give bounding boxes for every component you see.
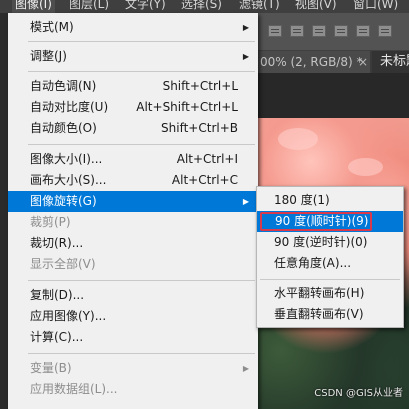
menu-item-label: 应用数据组(L)... [30,382,118,396]
menu-type[interactable]: 文字(Y) [122,0,169,13]
petal-highlight [278,128,318,150]
menu-item-flip-horizontal[interactable]: 水平翻转画布(H) [257,283,403,304]
menu-bar: 图像(I) 图层(L) 文字(Y) 选择(S) 滤镜(T) 视图(V) 窗口(W… [0,0,409,13]
menu-item-flip-vertical[interactable]: 垂直翻转画布(V) [257,304,403,325]
align-left-icon[interactable] [268,25,282,37]
menu-item-shortcut: Alt+Ctrl+I [176,152,238,166]
menu-item-shortcut: Alt+Shift+Ctrl+L [136,100,238,114]
menu-view[interactable]: 视图(V) [292,0,340,13]
distribute-bottom-icon[interactable] [378,25,392,37]
menu-separator [28,144,255,145]
menu-item-label: 计算(C)... [30,330,84,344]
menu-item-label: 自动色调(N) [30,79,97,93]
menu-item-shortcut: Shift+Ctrl+B [161,121,238,135]
menu-item-canvas-size[interactable]: 画布大小(S)... Alt+Ctrl+C [8,170,258,191]
watermark: CSDN @GIS从业者 [314,388,403,399]
menu-filter[interactable]: 滤镜(T) [236,0,283,13]
menu-item-duplicate[interactable]: 复制(D)... [8,285,258,306]
menu-window[interactable]: 窗口(W) [350,0,401,13]
document-tab-active[interactable]: 00% (2, RGB/8) * [258,51,370,73]
menu-item-mode[interactable]: 模式(M) ▶ [8,17,258,38]
menu-item-label: 调整(J) [30,49,67,63]
submenu-arrow-icon: ▶ [242,52,249,61]
menu-image[interactable]: 图像(I) [12,0,55,13]
menu-separator [260,279,400,280]
menu-item-calculations[interactable]: 计算(C)... [8,327,258,348]
menu-separator [28,280,255,281]
distribute-top-icon[interactable] [334,25,348,37]
menu-item-label: 复制(D)... [30,288,85,302]
menu-item-label: 画布大小(S)... [30,173,107,187]
menu-item-adjustments[interactable]: 调整(J) ▶ [8,46,258,67]
menu-item-rotate-90-ccw[interactable]: 90 度(逆时针)(0) [257,232,403,253]
options-bar [258,13,409,51]
menu-item-label: 180 度(1) [274,193,330,207]
menu-separator [28,41,255,42]
menu-item-label: 变量(B) [30,361,72,375]
menu-item-label: 应用图像(Y)... [30,309,107,323]
menu-layer[interactable]: 图层(L) [66,0,112,13]
menu-item-auto-contrast[interactable]: 自动对比度(U) Alt+Shift+Ctrl+L [8,97,258,118]
menu-item-label: 裁切(R)... [30,236,84,250]
menu-item-label: 水平翻转画布(H) [274,286,365,300]
document-tab-untitled[interactable]: 未标题 [372,51,409,73]
menu-item-shortcut: Shift+Ctrl+L [162,79,238,93]
menu-item-label: 模式(M) [30,20,74,34]
menu-item-label: 显示全部(V) [30,257,96,271]
menu-item-auto-color[interactable]: 自动颜色(O) Shift+Ctrl+B [8,118,258,139]
menu-item-label: 图像大小(I)... [30,152,103,166]
menu-item-label: 自动颜色(O) [30,121,97,135]
petal-highlight [348,158,383,176]
menu-item-reveal-all[interactable]: 显示全部(V) [8,254,258,275]
menu-item-arbitrary-rotation[interactable]: 任意角度(A)... [257,253,403,274]
menu-item-shortcut: Alt+Ctrl+C [171,173,238,187]
menu-item-image-size[interactable]: 图像大小(I)... Alt+Ctrl+I [8,149,258,170]
menu-item-label: 垂直翻转画布(V) [274,307,364,321]
image-menu-dropdown: 模式(M) ▶ 调整(J) ▶ 自动色调(N) Shift+Ctrl+L 自动对… [8,13,258,409]
menu-item-apply-image[interactable]: 应用图像(Y)... [8,306,258,327]
menu-item-label: 自动对比度(U) [30,100,109,114]
menu-item-label: 裁剪(P) [30,215,71,229]
menu-item-label: 任意角度(A)... [274,256,352,270]
menu-item-auto-tone[interactable]: 自动色调(N) Shift+Ctrl+L [8,76,258,97]
menu-item-variables[interactable]: 变量(B) ▶ [8,358,258,379]
menu-item-label: 90 度(顺时针)(9) [260,212,373,231]
menu-separator [28,71,255,72]
menu-separator [28,353,255,354]
menu-item-crop[interactable]: 裁剪(P) [8,212,258,233]
menu-item-image-rotation[interactable]: 图像旋转(G) ▶ [8,191,258,212]
image-rotation-submenu: 180 度(1) 90 度(顺时针)(9) 90 度(逆时针)(0) 任意角度(… [256,186,404,328]
align-center-icon[interactable] [290,25,304,37]
menu-item-label: 90 度(逆时针)(0) [274,235,368,249]
document-tab-strip: 00% (2, RGB/8) * × 未标题 [258,51,409,73]
menu-item-rotate-180[interactable]: 180 度(1) [257,190,403,211]
align-right-icon[interactable] [312,25,326,37]
menu-item-label: 图像旋转(G) [30,194,97,208]
menu-select[interactable]: 选择(S) [178,0,225,13]
menu-item-trim[interactable]: 裁切(R)... [8,233,258,254]
document-tab-title: 00% (2, RGB/8) * [260,55,363,69]
submenu-arrow-icon: ▶ [242,364,249,373]
document-tab-title: 未标题 [380,54,409,69]
menu-item-apply-data-set[interactable]: 应用数据组(L)... [8,379,258,400]
distribute-middle-icon[interactable] [356,25,370,37]
menu-item-rotate-90-cw[interactable]: 90 度(顺时针)(9) [257,211,403,232]
close-tab-icon[interactable]: × [358,51,368,73]
submenu-arrow-icon: ▶ [242,23,249,32]
submenu-arrow-icon: ▶ [242,197,249,206]
